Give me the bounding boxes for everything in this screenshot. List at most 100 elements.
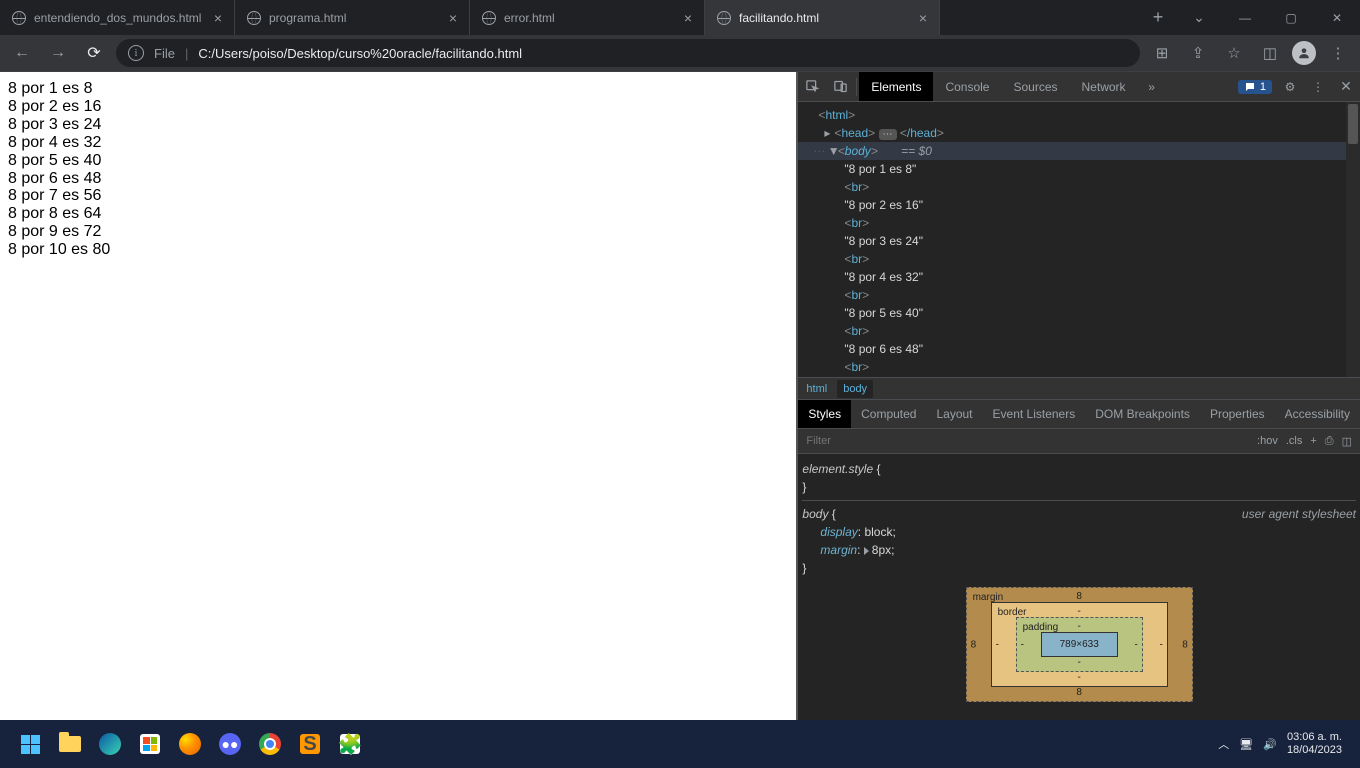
devtools-tabbar: ElementsConsoleSourcesNetwork » 1 ⚙ ⋮ ✕ xyxy=(798,72,1360,102)
discord-icon[interactable]: ●● xyxy=(210,724,250,764)
app-icon[interactable]: 🧩 xyxy=(330,724,370,764)
dom-breadcrumbs[interactable]: html body xyxy=(798,377,1360,399)
styles-filter-input[interactable] xyxy=(806,435,1249,447)
chrome-icon[interactable] xyxy=(250,724,290,764)
browser-tab[interactable]: facilitando.html × xyxy=(705,0,940,35)
box-model-diagram[interactable]: margin 8 8 8 8 border - - - - xyxy=(802,577,1356,702)
crumb-body[interactable]: body xyxy=(837,380,873,398)
dom-line[interactable]: <br> xyxy=(798,286,1360,304)
minimize-button[interactable]: ― xyxy=(1222,0,1268,35)
store-icon[interactable] xyxy=(130,724,170,764)
devtools-close-icon[interactable]: ✕ xyxy=(1332,78,1360,95)
window-dropdown-icon[interactable]: ⌄ xyxy=(1176,0,1222,35)
dom-line[interactable]: <br> xyxy=(798,250,1360,268)
taskbar: ●● S 🧩 ︿ 🖥 🔊 03:06 a. m. 18/04/2023 xyxy=(0,720,1360,768)
cls-toggle[interactable]: .cls xyxy=(1286,435,1303,447)
computed-styles-icon[interactable]: ⎙ xyxy=(1325,435,1334,448)
devtools-tab[interactable]: Sources xyxy=(1001,72,1069,101)
styles-subtab[interactable]: DOM Breakpoints xyxy=(1085,400,1200,428)
maximize-button[interactable]: ▢ xyxy=(1268,0,1314,35)
url-text: C:/Users/poiso/Desktop/curso%20oracle/fa… xyxy=(198,46,522,61)
devtools-settings-icon[interactable]: ⚙ xyxy=(1276,80,1304,94)
issues-badge[interactable]: 1 xyxy=(1238,80,1272,94)
styles-subtab[interactable]: Properties xyxy=(1200,400,1275,428)
more-tabs-icon[interactable]: » xyxy=(1138,80,1166,94)
styles-subtab[interactable]: Layout xyxy=(926,400,982,428)
hov-toggle[interactable]: :hov xyxy=(1257,435,1278,447)
tab-close-icon[interactable]: × xyxy=(919,10,927,26)
browser-menu-icon[interactable]: ⋮ xyxy=(1324,39,1352,67)
tray-volume-icon[interactable]: 🔊 xyxy=(1263,738,1277,751)
forward-button[interactable]: → xyxy=(44,39,72,67)
back-button[interactable]: ← xyxy=(8,39,36,67)
styles-subtab[interactable]: Styles xyxy=(798,400,851,428)
styles-rules[interactable]: element.style { } user agent stylesheet … xyxy=(798,454,1360,720)
toggle-sidebar-icon[interactable]: ◫ xyxy=(1342,435,1352,448)
dom-line[interactable]: "8 por 1 es 8" xyxy=(798,160,1360,178)
dom-line[interactable]: <br> xyxy=(798,358,1360,376)
address-bar[interactable]: i File | C:/Users/poiso/Desktop/curso%20… xyxy=(116,39,1140,67)
page-line: 8 por 4 es 32 xyxy=(8,134,788,152)
taskbar-clock[interactable]: 03:06 a. m. 18/04/2023 xyxy=(1287,731,1350,757)
dom-scrollbar[interactable] xyxy=(1346,102,1360,377)
page-line: 8 por 3 es 24 xyxy=(8,116,788,134)
crumb-html[interactable]: html xyxy=(806,383,827,395)
page-line: 8 por 6 es 48 xyxy=(8,170,788,188)
tab-close-icon[interactable]: × xyxy=(684,10,692,26)
bookmark-icon[interactable]: ☆ xyxy=(1220,39,1248,67)
toolbar: ← → ⟳ i File | C:/Users/poiso/Desktop/cu… xyxy=(0,35,1360,71)
dom-line[interactable]: ▸<head> ⋯ </head> xyxy=(798,124,1360,142)
devtools-menu-icon[interactable]: ⋮ xyxy=(1304,80,1332,94)
dom-line[interactable]: <html> xyxy=(798,106,1360,124)
styles-subtab[interactable]: Computed xyxy=(851,400,926,428)
dom-line[interactable]: "8 por 4 es 32" xyxy=(798,268,1360,286)
site-info-icon[interactable]: i xyxy=(128,45,144,61)
globe-icon xyxy=(482,11,496,25)
browser-tab[interactable]: error.html × xyxy=(470,0,705,35)
profile-avatar[interactable] xyxy=(1292,41,1316,65)
tab-title: entendiendo_dos_mundos.html xyxy=(34,11,206,25)
styles-subtab[interactable]: Event Listeners xyxy=(983,400,1086,428)
tab-close-icon[interactable]: × xyxy=(449,10,457,26)
browser-tab[interactable]: programa.html× xyxy=(235,0,470,35)
page-line: 8 por 10 es 80 xyxy=(8,241,788,259)
dom-line[interactable]: "8 por 3 es 24" xyxy=(798,232,1360,250)
dom-line[interactable]: "8 por 5 es 40" xyxy=(798,304,1360,322)
start-button[interactable] xyxy=(10,724,50,764)
tray-network-icon[interactable]: 🖥 xyxy=(1239,738,1253,751)
dom-line[interactable]: <br> xyxy=(798,322,1360,340)
tab-title: facilitando.html xyxy=(739,11,911,25)
sidepanel-icon[interactable]: ◫ xyxy=(1256,39,1284,67)
browser-tab[interactable]: entendiendo_dos_mundos.html × xyxy=(0,0,235,35)
new-tab-button[interactable]: + xyxy=(1140,0,1176,35)
devtools-tab[interactable]: Elements xyxy=(859,72,933,101)
close-window-button[interactable]: ✕ xyxy=(1314,0,1360,35)
explorer-icon[interactable] xyxy=(50,724,90,764)
dom-line[interactable]: "8 por 6 es 48" xyxy=(798,340,1360,358)
firefox-icon[interactable] xyxy=(170,724,210,764)
page-line: 8 por 7 es 56 xyxy=(8,187,788,205)
styles-subtab[interactable]: Accessibility xyxy=(1275,400,1360,428)
sublime-icon[interactable]: S xyxy=(290,724,330,764)
share-icon[interactable]: ⇪ xyxy=(1184,39,1212,67)
dom-line[interactable]: <br> xyxy=(798,214,1360,232)
tray-chevron-icon[interactable]: ︿ xyxy=(1218,736,1229,752)
device-toggle-icon[interactable] xyxy=(826,79,854,94)
devtools-tab[interactable]: Network xyxy=(1070,72,1138,101)
ua-stylesheet-label: user agent stylesheet xyxy=(1242,505,1356,523)
devtools-tab[interactable]: Console xyxy=(933,72,1001,101)
inspect-icon[interactable] xyxy=(798,79,826,94)
tab-close-icon[interactable]: × xyxy=(214,10,222,26)
globe-icon xyxy=(717,11,731,25)
edge-icon[interactable] xyxy=(90,724,130,764)
new-style-rule-icon[interactable]: + xyxy=(1310,435,1316,447)
dom-line[interactable]: <br> xyxy=(798,178,1360,196)
dom-line[interactable]: ⋯ ▼<body> == $0 xyxy=(798,142,1360,160)
dom-line[interactable]: "8 por 2 es 16" xyxy=(798,196,1360,214)
translate-icon[interactable]: ⊞ xyxy=(1148,39,1176,67)
reload-button[interactable]: ⟳ xyxy=(80,39,108,67)
dom-tree[interactable]: <html>▸<head> ⋯ </head>⋯ ▼<body> == $0"8… xyxy=(798,102,1360,377)
page-content: 8 por 1 es 88 por 2 es 168 por 3 es 248 … xyxy=(0,72,796,720)
dom-line[interactable]: "8 por 7 es 56" xyxy=(798,376,1360,377)
tab-title: error.html xyxy=(504,11,676,25)
